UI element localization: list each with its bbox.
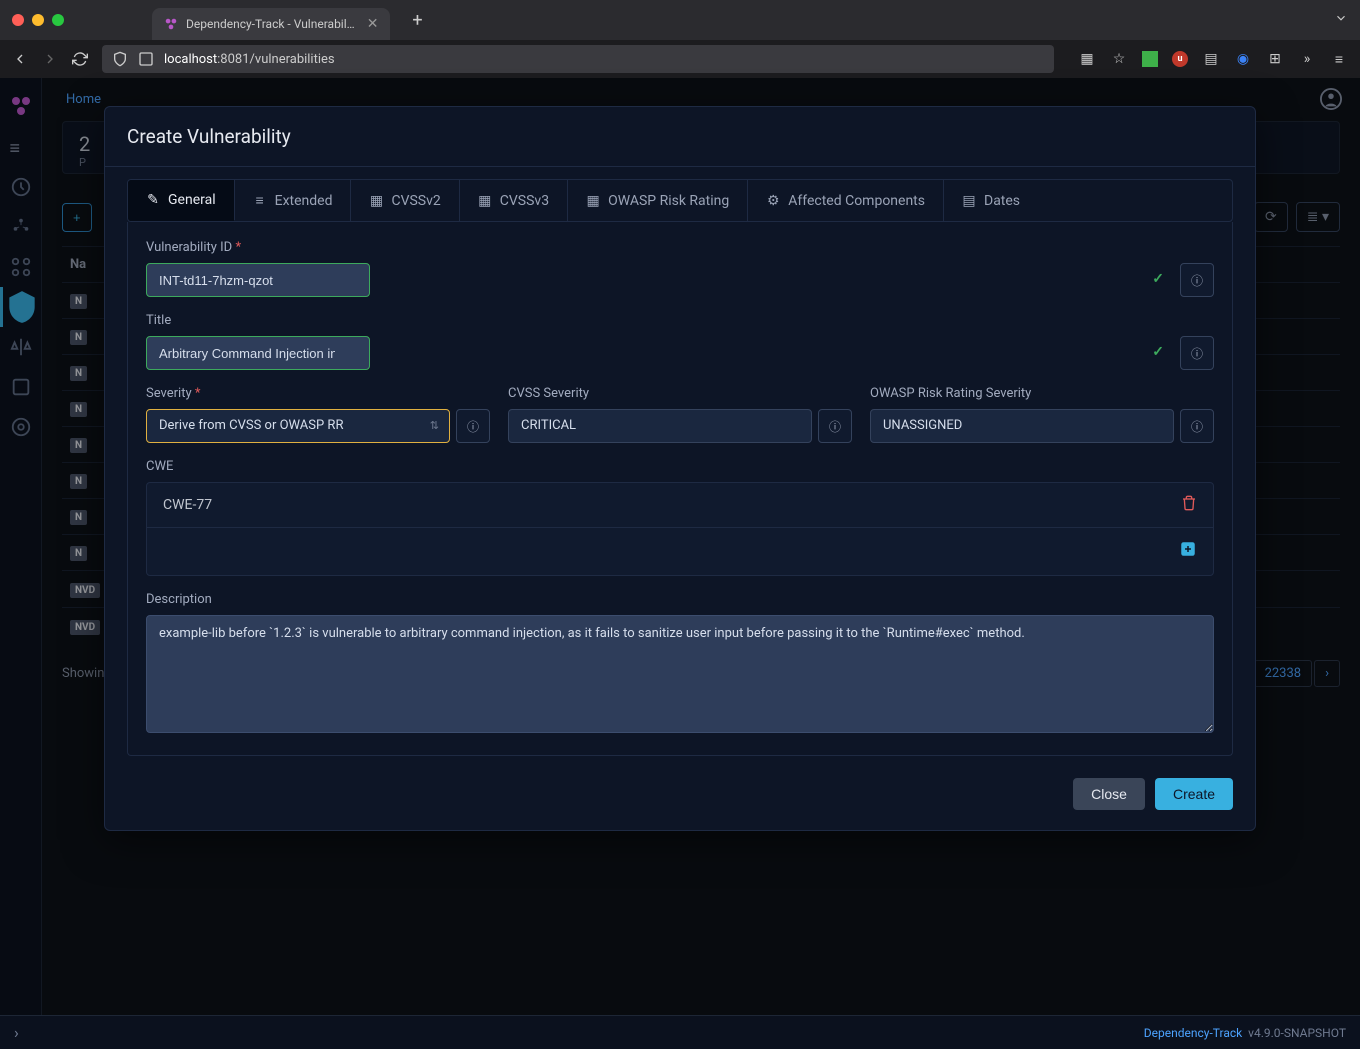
hamburger-icon[interactable]: ≡ (1330, 50, 1348, 68)
close-button[interactable]: Close (1073, 778, 1145, 810)
tab-cvssv2[interactable]: ▦CVSSv2 (351, 180, 459, 221)
tabs-dropdown-icon[interactable] (1334, 11, 1348, 29)
vuln-id-input[interactable] (146, 263, 370, 297)
shield-icon[interactable] (112, 51, 128, 67)
forward-icon[interactable] (42, 51, 58, 67)
cwe-add-row (147, 528, 1213, 575)
owasp-severity-field: UNASSIGNED (870, 409, 1174, 443)
description-textarea[interactable] (146, 615, 1214, 733)
tab-icon: ⚙ (766, 194, 780, 208)
reload-icon[interactable] (72, 51, 88, 67)
tab-icon: ≡ (253, 194, 267, 208)
title-input[interactable] (146, 336, 370, 370)
tab-dates[interactable]: ▤Dates (944, 180, 1038, 221)
cvss-severity-field: CRITICAL (508, 409, 812, 443)
tab-extended[interactable]: ≡Extended (235, 180, 352, 221)
new-tab-icon[interactable]: + (412, 10, 422, 31)
tab-close-icon[interactable]: ✕ (367, 16, 379, 32)
cwe-list: CWE-77 (146, 482, 1214, 576)
create-button[interactable]: Create (1155, 778, 1233, 810)
tab-cvssv3[interactable]: ▦CVSSv3 (460, 180, 568, 221)
traffic-lights (12, 14, 64, 26)
check-icon: ✓ (1152, 271, 1164, 287)
info-icon[interactable]: ⓘ (1180, 409, 1214, 443)
tab-general[interactable]: ✎General (128, 180, 235, 221)
tab-icon: ▦ (478, 194, 492, 208)
browser-tab[interactable]: Dependency-Track - Vulnerabil… ✕ (152, 8, 390, 40)
extension-circle-icon[interactable]: ◉ (1234, 50, 1252, 68)
browser-toolbar-icons: ▦ ☆ u ▤ ◉ ⊞ » ≡ (1078, 50, 1348, 68)
plus-icon[interactable] (1179, 540, 1197, 563)
maximize-window-icon[interactable] (52, 14, 64, 26)
close-window-icon[interactable] (12, 14, 24, 26)
check-icon: ✓ (1152, 344, 1164, 360)
description-label: Description (146, 592, 1214, 607)
create-vulnerability-modal: Create Vulnerability ✎General≡Extended▦C… (104, 106, 1256, 831)
tab-icon: ▤ (962, 194, 976, 208)
url-bar: localhost:8081/vulnerabilities ▦ ☆ u ▤ ◉… (0, 40, 1360, 78)
info-icon[interactable]: ⓘ (456, 409, 490, 443)
brand-link[interactable]: Dependency-Track (1144, 1026, 1242, 1040)
minimize-window-icon[interactable] (32, 14, 44, 26)
bookmark-icon[interactable]: ☆ (1110, 50, 1128, 68)
extension-grid-icon[interactable]: ▤ (1202, 50, 1220, 68)
tab-affected-components[interactable]: ⚙Affected Components (748, 180, 944, 221)
tab-title: Dependency-Track - Vulnerabil… (186, 17, 355, 31)
owasp-severity-label: OWASP Risk Rating Severity (870, 386, 1214, 401)
site-info-icon[interactable] (138, 51, 154, 67)
window-chrome: Dependency-Track - Vulnerabil… ✕ + (0, 0, 1360, 40)
title-label: Title (146, 313, 1214, 328)
severity-label: Severity * (146, 386, 490, 401)
cwe-value: CWE-77 (163, 497, 212, 513)
extension-puzzle-icon[interactable]: ⊞ (1266, 50, 1284, 68)
tab-icon: ✎ (146, 193, 160, 207)
cvss-severity-label: CVSS Severity (508, 386, 852, 401)
extension-green-icon[interactable] (1142, 51, 1158, 67)
url-text: localhost:8081/vulnerabilities (164, 52, 335, 67)
trash-icon[interactable] (1181, 495, 1197, 515)
tab-icon: ▦ (586, 194, 600, 208)
overflow-icon[interactable]: » (1298, 50, 1316, 68)
version-text: v4.9.0-SNAPSHOT (1248, 1026, 1346, 1040)
modal-footer: Close Create (105, 778, 1255, 830)
tab-icon: ▦ (369, 194, 383, 208)
info-icon[interactable]: ⓘ (818, 409, 852, 443)
severity-select[interactable]: Derive from CVSS or OWASP RR⇅ (146, 409, 450, 443)
modal-title: Create Vulnerability (105, 107, 1255, 167)
modal-tabs: ✎General≡Extended▦CVSSv2▦CVSSv3▦OWASP Ri… (127, 179, 1233, 222)
qr-icon[interactable]: ▦ (1078, 50, 1096, 68)
favicon-icon (164, 17, 178, 31)
cwe-label: CWE (146, 459, 1214, 474)
terminal-icon[interactable]: › (14, 1023, 19, 1042)
modal-form: Vulnerability ID * ✓ ⓘ Title ✓ ⓘ (127, 222, 1233, 756)
cwe-row: CWE-77 (147, 483, 1213, 528)
info-icon[interactable]: ⓘ (1180, 336, 1214, 370)
status-bar: › Dependency-Track v4.9.0-SNAPSHOT (0, 1015, 1360, 1049)
status-right: Dependency-Track v4.9.0-SNAPSHOT (1144, 1026, 1346, 1040)
url-input[interactable]: localhost:8081/vulnerabilities (102, 45, 1054, 73)
vuln-id-label: Vulnerability ID * (146, 240, 1214, 255)
ublock-icon[interactable]: u (1172, 51, 1188, 67)
tab-owasp-risk-rating[interactable]: ▦OWASP Risk Rating (568, 180, 748, 221)
info-icon[interactable]: ⓘ (1180, 263, 1214, 297)
back-icon[interactable] (12, 51, 28, 67)
